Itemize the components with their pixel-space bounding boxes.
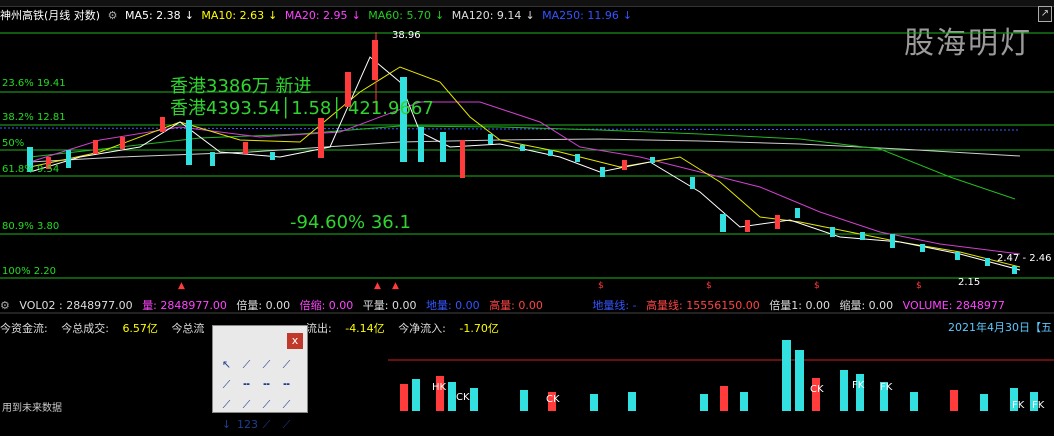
top-menu-strip bbox=[0, 0, 1054, 7]
panel-toggle-icon[interactable]: ↗ bbox=[1038, 6, 1052, 22]
arrow-tool[interactable]: ↓ bbox=[217, 416, 236, 434]
line-tool[interactable]: ⟋ bbox=[237, 356, 256, 374]
ma5-label: MA5: 2.38 bbox=[124, 9, 181, 22]
gear-icon[interactable]: ⚙ bbox=[0, 299, 10, 312]
arrow-down-icon: ↓ bbox=[268, 9, 278, 22]
fib-label-100: 100% 2.20 bbox=[2, 266, 56, 277]
price-chart[interactable]: ▲ ▲ ▲ $ $ $ $ 23.6% 19.41 38.2% 12.81 50% 61.… bbox=[0, 22, 1054, 300]
hline-tool[interactable]: ╍ bbox=[237, 376, 256, 394]
fib-label-618: 61.8% 9.54 bbox=[2, 164, 59, 175]
vol-diliang-label: 地量: 0.00 bbox=[425, 299, 480, 312]
svg-text:FK: FK bbox=[880, 382, 893, 393]
fund-value2: 6.57亿 bbox=[122, 322, 158, 335]
vol-pingliang-label: 平量: 0.00 bbox=[362, 299, 417, 312]
fund-label4: 流出: bbox=[306, 322, 332, 335]
vol-volume-label: VOLUME: 2848977 bbox=[902, 299, 1005, 312]
volume-legend: ⚙ VOL02 : 2848977.00 量: 2848977.00 倍量: 0… bbox=[0, 297, 1011, 312]
fib-label-382: 38.2% 12.81 bbox=[2, 112, 66, 123]
ma-legend: 神州高铁(月线 对数) ⚙ MA5: 2.38 ↓ MA10: 2.63 ↓ MA2… bbox=[0, 7, 636, 23]
ruler-tool[interactable]: ⟋ bbox=[277, 416, 296, 434]
arrow-down-icon: ↓ bbox=[622, 9, 633, 22]
arrow-down-icon: ↓ bbox=[435, 9, 445, 22]
svg-text:HK: HK bbox=[432, 382, 447, 393]
close-icon[interactable]: x bbox=[287, 333, 303, 349]
stock-name: 神州高铁(月线 对数) bbox=[0, 9, 101, 22]
fib-label-50: 50% bbox=[2, 138, 24, 149]
ray-tool[interactable]: ⟋ bbox=[257, 356, 276, 374]
toolbox-grid: ↖ ⟋ ⟋ ⟋ ⟋ ╍ ╍ ╍ ⟋ ⟋ ⟋ ⟋ ↓ 123 ⟋ ⟋ bbox=[217, 356, 303, 436]
right-price-label: 2.47 - 2.46 bbox=[997, 253, 1052, 264]
ma250-label: MA250: 11.96 bbox=[542, 9, 619, 22]
fund-label5: 今净流入: bbox=[398, 322, 446, 335]
svg-text:FK: FK bbox=[1032, 400, 1045, 411]
ma120-label: MA120: 9.14 bbox=[451, 9, 522, 22]
arrow-down-icon: ↓ bbox=[351, 9, 361, 22]
svg-text:$: $ bbox=[598, 281, 604, 291]
vol-beiliang-label: 倍量: 0.00 bbox=[236, 299, 291, 312]
svg-text:CK: CK bbox=[810, 384, 824, 395]
channel-tool[interactable]: ⟋ bbox=[217, 396, 236, 414]
low-price-label: 2.15 bbox=[958, 277, 980, 288]
svg-text:$: $ bbox=[706, 281, 712, 291]
wave-count-tool[interactable]: 123 bbox=[237, 416, 258, 434]
svg-text:FK: FK bbox=[1012, 400, 1025, 411]
svg-text:▲: ▲ bbox=[178, 281, 185, 291]
hseg-tool[interactable]: ╍ bbox=[257, 376, 276, 394]
parallel-tool[interactable]: ⟋ bbox=[237, 396, 256, 414]
vol-suoliang-label: 缩量: 0.00 bbox=[839, 299, 894, 312]
candles[interactable] bbox=[27, 32, 1017, 274]
ma60-line bbox=[29, 125, 1016, 200]
high-price-label: 38.96 bbox=[392, 30, 421, 41]
svg-text:$: $ bbox=[916, 281, 922, 291]
annotation-line2: 香港4393.54│1.58│ 421.9667 bbox=[170, 97, 434, 119]
fund-value5: -1.70亿 bbox=[459, 322, 499, 335]
ma20-label: MA20: 2.95 bbox=[284, 9, 348, 22]
volume-bars bbox=[400, 340, 1038, 411]
ma10-line bbox=[29, 66, 1021, 268]
ma10-label: MA10: 2.63 bbox=[201, 9, 265, 22]
cycle-tool[interactable]: ⟋ bbox=[257, 416, 276, 434]
annotation-line1: 香港3386万 新进 bbox=[170, 76, 312, 97]
fib-label-236: 23.6% 19.41 bbox=[2, 78, 66, 89]
fund-flow-line-right: 流出: -4.14亿 今净流入: -1.70亿 bbox=[306, 320, 509, 336]
vol-beiliang1-label: 倍量1: 0.00 bbox=[769, 299, 830, 312]
signal-markers: ▲ ▲ ▲ $ $ $ $ bbox=[178, 281, 922, 291]
fan-tool[interactable]: ⟋ bbox=[257, 396, 276, 414]
fund-label2: 今总成交: bbox=[61, 322, 109, 335]
date-label: 2021年4月30日【五 bbox=[948, 321, 1052, 334]
pointer-tool[interactable]: ↖ bbox=[217, 356, 236, 374]
vol-main-label: VOL02 : 2848977.00 bbox=[19, 299, 133, 312]
drawing-toolbox[interactable]: x ↖ ⟋ ⟋ ⟋ ⟋ ╍ ╍ ╍ ⟋ ⟋ ⟋ ⟋ ↓ 123 ⟋ ⟋ bbox=[212, 325, 308, 431]
angle-tool[interactable]: ⟋ bbox=[277, 396, 296, 414]
arrow-down-icon: ↓ bbox=[184, 9, 194, 22]
fund-value4: -4.14亿 bbox=[345, 322, 385, 335]
fund-label3: 今总流 bbox=[171, 322, 205, 335]
annotation-pct: -94.60% 36.1 bbox=[290, 212, 411, 233]
fund-flow-line: 今资金流: 今总成交: 6.57亿 今总流 bbox=[0, 320, 214, 336]
vol-diliangxian-label: 地量线: - bbox=[592, 299, 637, 312]
svg-text:CK: CK bbox=[456, 392, 470, 403]
segment-tool[interactable]: ⟋ bbox=[277, 356, 296, 374]
gear-icon[interactable]: ⚙ bbox=[108, 9, 118, 22]
vol-liang-label: 量: 2848977.00 bbox=[142, 299, 227, 312]
ma60-label: MA60: 5.70 bbox=[368, 9, 431, 22]
fund-label1: 今资金流: bbox=[0, 322, 48, 335]
ma250-line bbox=[0, 127, 1021, 131]
svg-text:FK: FK bbox=[852, 380, 865, 391]
future-data-note: 用到未来数据 bbox=[2, 403, 62, 414]
vol-gaoliangxian-label: 高量线: 15556150.00 bbox=[646, 299, 760, 312]
svg-text:▲: ▲ bbox=[392, 281, 399, 291]
arrow-down-icon: ↓ bbox=[525, 9, 535, 22]
fib-label-809: 80.9% 3.80 bbox=[2, 221, 59, 232]
svg-text:CK: CK bbox=[546, 394, 560, 405]
vol-beisuo-label: 倍缩: 0.00 bbox=[299, 299, 354, 312]
svg-text:$: $ bbox=[814, 281, 820, 291]
hray-tool[interactable]: ╍ bbox=[277, 376, 296, 394]
vol-gaoliang-label: 高量: 0.00 bbox=[489, 299, 543, 312]
svg-text:▲: ▲ bbox=[374, 281, 381, 291]
trend-tool[interactable]: ⟋ bbox=[217, 376, 236, 394]
